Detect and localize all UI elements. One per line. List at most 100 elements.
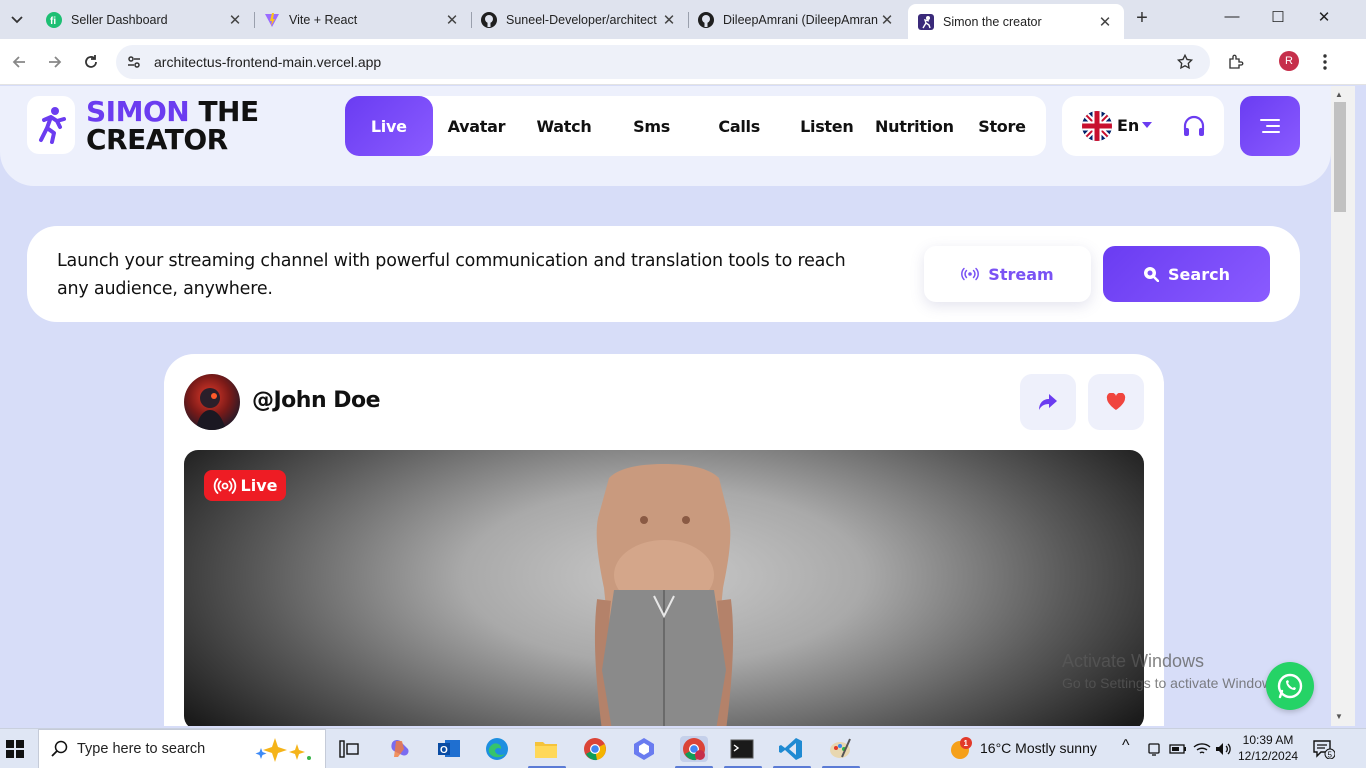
maximize-button[interactable]: ☐ xyxy=(1266,8,1290,30)
stream-button[interactable]: Stream xyxy=(924,246,1091,302)
scroll-down-arrow-icon[interactable]: ▼ xyxy=(1335,712,1343,721)
fiverr-icon: fi xyxy=(46,11,62,28)
clock-date: 12/12/2024 xyxy=(1238,749,1299,763)
chevron-down-icon[interactable] xyxy=(1142,122,1152,128)
chrome-profile-icon[interactable] xyxy=(680,736,708,762)
close-window-button[interactable]: ✕ xyxy=(1312,8,1336,30)
url-bar[interactable]: architectus-frontend-main.vercel.app xyxy=(116,45,1210,79)
like-button[interactable] xyxy=(1088,374,1144,430)
avatar[interactable] xyxy=(184,374,240,430)
streamer-username[interactable]: @John Doe xyxy=(252,388,381,413)
search-button[interactable]: Search xyxy=(1103,246,1270,302)
new-tab-button[interactable]: + xyxy=(1131,8,1153,30)
watermark-subtitle: Go to Settings to activate Windows. xyxy=(1062,675,1283,691)
video-frame-person xyxy=(594,464,734,726)
scroll-up-arrow-icon[interactable]: ▲ xyxy=(1335,90,1343,99)
close-icon[interactable]: ✕ xyxy=(1096,13,1114,31)
edge-icon[interactable] xyxy=(484,736,510,762)
tab-search-dropdown[interactable] xyxy=(6,9,28,31)
wifi-icon[interactable] xyxy=(1192,736,1212,762)
profile-avatar[interactable]: R xyxy=(1279,51,1299,71)
outlook-icon[interactable]: O xyxy=(436,736,462,762)
reload-button[interactable] xyxy=(80,51,102,73)
language-label[interactable]: En xyxy=(1117,116,1139,135)
share-icon xyxy=(1039,394,1057,410)
clock-time: 10:39 AM xyxy=(1242,733,1294,747)
tab-title: Simon the creator xyxy=(943,14,1042,29)
tab-title: Seller Dashboard xyxy=(71,12,168,27)
terminal-icon[interactable] xyxy=(729,736,755,762)
logo-icon[interactable] xyxy=(27,96,75,154)
extensions-icon[interactable] xyxy=(1225,51,1247,73)
more-menu-icon[interactable] xyxy=(1314,51,1336,73)
browser-tab-bar: fi Seller Dashboard ✕ Vite + React ✕ Sun… xyxy=(0,0,1366,39)
paint-icon[interactable] xyxy=(827,736,853,762)
volume-icon[interactable] xyxy=(1214,736,1234,762)
svg-text:fi: fi xyxy=(50,16,56,27)
url-text: architectus-frontend-main.vercel.app xyxy=(154,54,382,70)
file-explorer-icon[interactable] xyxy=(533,736,559,762)
browser-tab[interactable]: Vite + React ✕ xyxy=(254,4,471,35)
notification-icon[interactable]: 5 xyxy=(1312,736,1336,762)
bookmark-star-icon[interactable] xyxy=(1174,51,1196,73)
close-icon[interactable]: ✕ xyxy=(878,11,896,29)
search-placeholder: Type here to search xyxy=(77,741,206,757)
weather-text[interactable]: 16°C Mostly sunny xyxy=(980,740,1097,756)
weather-icon[interactable]: 1 xyxy=(948,736,974,762)
menu-button[interactable] xyxy=(1240,96,1300,156)
close-icon[interactable]: ✕ xyxy=(660,11,678,29)
app-hex-icon[interactable] xyxy=(631,736,657,762)
chevron-up-icon[interactable]: ^ xyxy=(1122,737,1130,755)
menu-icon xyxy=(1260,119,1280,133)
browser-tab[interactable]: DileepAmrani (DileepAmran ✕ xyxy=(688,4,906,35)
page-scrollbar[interactable]: ▲ ▼ xyxy=(1331,86,1355,726)
nav-store[interactable]: Store xyxy=(958,96,1046,156)
scrollbar-thumb[interactable] xyxy=(1334,102,1346,212)
site-logo[interactable]: SIMON THE CREATOR xyxy=(86,98,259,154)
github-icon xyxy=(481,11,497,28)
windows-start-button[interactable] xyxy=(0,729,30,768)
tab-title: Suneel-Developer/architect xyxy=(506,12,657,27)
watermark-title: Activate Windows xyxy=(1062,651,1205,671)
task-view-icon[interactable] xyxy=(336,736,362,762)
nav-watch[interactable]: Watch xyxy=(520,96,608,156)
browser-tab-active[interactable]: Simon the creator ✕ xyxy=(908,4,1124,39)
activate-windows-watermark: Activate Windows Go to Settings to activ… xyxy=(1062,651,1283,691)
browser-tab[interactable]: Suneel-Developer/architect ✕ xyxy=(471,4,688,35)
battery-icon[interactable] xyxy=(1168,736,1188,762)
nav-nutrition[interactable]: Nutrition xyxy=(871,96,959,156)
headphones-icon[interactable] xyxy=(1182,115,1206,142)
live-label: Live xyxy=(240,476,278,495)
live-video-player[interactable]: Live xyxy=(184,450,1144,726)
search-icon xyxy=(1143,266,1160,282)
logo-text-creator: CREATOR xyxy=(86,123,228,156)
device-icon[interactable] xyxy=(1144,736,1164,762)
system-clock[interactable]: 10:39 AM 12/12/2024 xyxy=(1238,732,1298,764)
site-settings-icon[interactable] xyxy=(126,54,142,75)
svg-text:1: 1 xyxy=(964,739,969,748)
chrome-icon[interactable] xyxy=(582,736,608,762)
nav-live[interactable]: Live xyxy=(345,96,433,156)
nav-sms[interactable]: Sms xyxy=(608,96,696,156)
close-icon[interactable]: ✕ xyxy=(226,11,244,29)
tab-title: DileepAmrani (DileepAmran xyxy=(723,12,878,27)
copilot-icon[interactable] xyxy=(387,736,413,762)
vite-icon xyxy=(264,12,280,28)
close-icon[interactable]: ✕ xyxy=(443,11,461,29)
browser-tab[interactable]: fi Seller Dashboard ✕ xyxy=(36,4,254,35)
hero-text: Launch your streaming channel with power… xyxy=(57,251,846,299)
vscode-icon[interactable] xyxy=(778,736,804,762)
nav-calls[interactable]: Calls xyxy=(695,96,783,156)
whatsapp-button[interactable] xyxy=(1266,662,1314,710)
address-bar: architectus-frontend-main.vercel.app R xyxy=(0,39,1366,85)
uk-flag-icon[interactable] xyxy=(1082,111,1112,141)
nav-listen[interactable]: Listen xyxy=(783,96,871,156)
share-button[interactable] xyxy=(1020,374,1076,430)
github-icon xyxy=(698,11,714,28)
minimize-button[interactable]: — xyxy=(1220,8,1244,30)
taskbar-search-input[interactable]: Type here to search xyxy=(38,729,326,768)
back-button[interactable] xyxy=(8,51,30,73)
nav-avatar[interactable]: Avatar xyxy=(433,96,521,156)
forward-button[interactable] xyxy=(44,51,66,73)
broadcast-icon xyxy=(961,267,980,281)
